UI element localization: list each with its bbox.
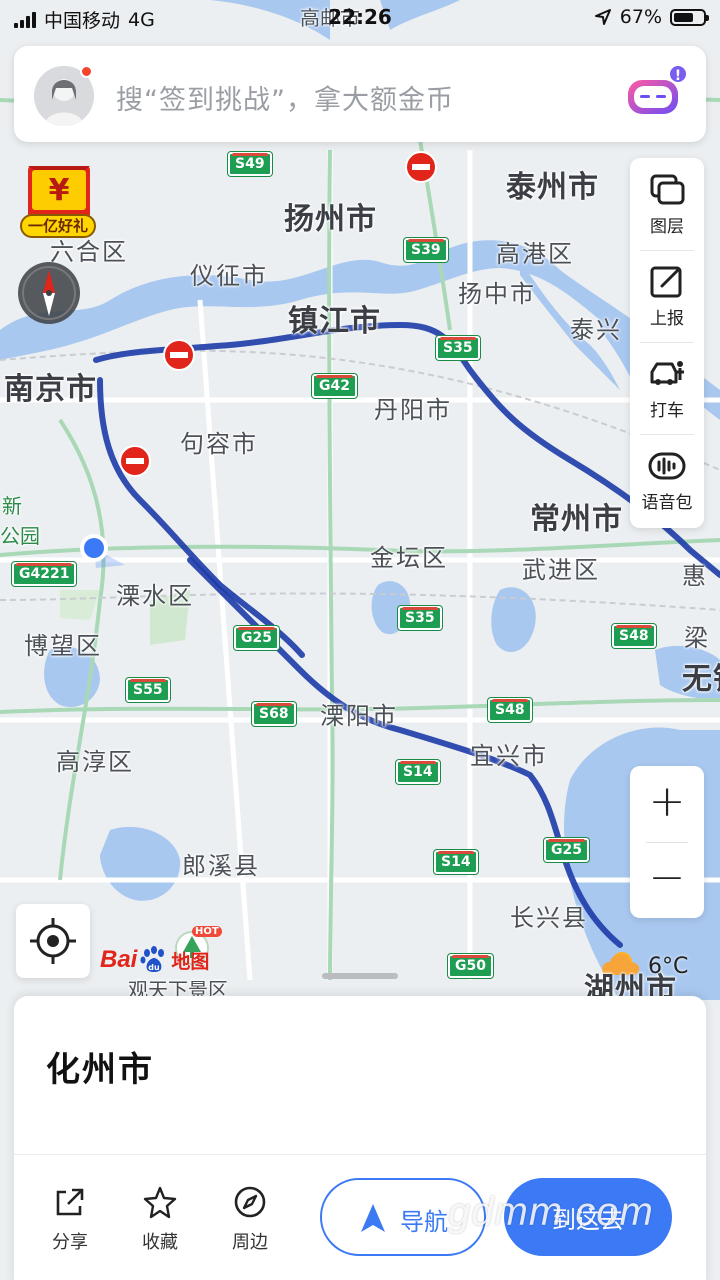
place-jintan: 金坛区 [370,544,448,572]
place-yizheng: 仪征市 [190,262,268,290]
no-entry-marker-icon[interactable] [118,444,152,478]
location-arrow-icon [594,9,611,25]
report-icon [650,266,682,298]
place-wujin: 武进区 [522,556,600,584]
gift-label: 一亿好礼 [20,214,96,238]
svg-text:¥: ¥ [49,173,70,208]
red-envelope-icon: ¥ [28,166,90,218]
star-icon [143,1186,177,1219]
place-liyang: 溧阳市 [320,702,398,730]
place-detail-sheet: 化州市 分享 收藏 周边 导航 到这去 [14,996,706,1280]
place-taizhou: 泰州市 [506,170,599,205]
assistant-badge: ! [668,64,688,84]
road-shield: S14 [434,850,478,874]
logo-brand: Bai [100,946,138,973]
temperature: 6°C [648,953,689,979]
hot-badge: HOT [192,926,222,937]
compass-nearby-icon [234,1186,266,1218]
locate-me-button[interactable] [16,904,90,978]
navigation-arrow-icon [361,1204,385,1232]
road-shield: S39 [404,238,448,262]
tool-taxi-label: 打车 [650,401,684,421]
place-langxi: 郎溪县 [182,852,260,880]
nearby-button[interactable]: 周边 [210,1184,290,1254]
cloudy-sun-icon [602,946,642,986]
road-shield: S35 [398,606,442,630]
divider [14,1154,706,1155]
search-input[interactable]: 搜“签到挑战”，拿大额金币 [116,78,454,117]
no-entry-marker-icon[interactable] [404,150,438,184]
battery-icon [670,8,709,26]
place-hui: 惠 [682,562,708,590]
road-shield: G4221 [12,562,77,586]
road-shield: S35 [436,336,480,360]
place-yangzhou: 扬州市 [284,202,377,237]
favorite-button[interactable]: 收藏 [120,1184,200,1254]
place-nanjing: 南京市 [4,372,97,407]
gift-promo-button[interactable]: ¥ 一亿好礼 [18,162,100,244]
status-bar: 中国移动 4G 22:26 67% [0,0,720,40]
road-shield: G25 [544,838,589,862]
tool-taxi[interactable]: 打车 [630,342,704,434]
tool-report[interactable]: 上报 [630,250,704,342]
tool-layers[interactable]: 图层 [630,158,704,250]
road-shield: S68 [252,702,296,726]
share-label: 分享 [52,1232,88,1253]
road-shield: S55 [126,678,170,702]
no-entry-marker-icon[interactable] [162,338,196,372]
taxi-icon [650,361,684,385]
search-bar[interactable]: 搜“签到挑战”，拿大额金币 ! [14,46,706,142]
tool-voice-pack[interactable]: 语音包 [630,434,704,526]
place-jurong: 句容市 [180,430,258,458]
place-gongyuan: 公园 [0,524,40,548]
battery-percent: 67% [619,6,662,28]
nearby-label: 周边 [232,1232,268,1253]
logo-product: 地图 [171,950,210,973]
place-xin: 新 [2,494,22,518]
voice-pack-icon [648,452,686,480]
baidu-map-logo: Bai du 地图 [100,942,209,978]
place-gaogang: 高港区 [496,240,574,268]
navigate-label: 导航 [400,1208,448,1236]
road-shield: G25 [234,626,279,650]
sheet-drag-handle[interactable] [322,973,398,979]
notification-dot [80,65,93,78]
crosshair-icon [30,918,76,964]
place-gaochun: 高淳区 [56,748,134,776]
place-changxing: 长兴县 [510,904,588,932]
svg-text:du: du [149,963,161,972]
road-shield: S49 [228,152,272,176]
paw-icon: du [140,946,165,972]
place-liang: 梁 [684,624,710,652]
zoom-control: + − [630,766,704,918]
map-tools-panel: 图层 上报 打车 语音包 [630,158,704,528]
watermark: gdmm.com [448,1190,654,1234]
tool-layers-label: 图层 [650,217,684,237]
weather-widget[interactable]: 6°C [602,946,712,986]
zoom-out-button[interactable]: − [630,842,704,918]
place-lishui: 溧水区 [116,582,194,610]
place-zhenjiang: 镇江市 [288,304,381,339]
layers-icon [650,174,685,205]
place-yixing: 宜兴市 [470,742,548,770]
tool-voice-pack-label: 语音包 [641,493,693,513]
road-shield: G50 [448,954,493,978]
zoom-in-button[interactable]: + [630,766,704,842]
road-shield: G42 [312,374,357,398]
favorite-label: 收藏 [142,1232,178,1253]
place-taixing: 泰兴 [570,316,622,344]
place-wuxi: 无锡 [682,662,720,697]
place-title: 化州市 [46,1050,154,1090]
compass-icon[interactable] [16,260,82,326]
place-danyang: 丹阳市 [374,396,452,424]
place-bowang: 博望区 [24,632,102,660]
road-shield: S14 [396,760,440,784]
share-icon [56,1188,84,1216]
road-shield: S48 [488,698,532,722]
place-changzhou: 常州市 [530,502,623,537]
share-button[interactable]: 分享 [30,1184,110,1254]
road-shield: S48 [612,624,656,648]
tool-report-label: 上报 [650,309,684,329]
place-yangzhong: 扬中市 [458,280,536,308]
